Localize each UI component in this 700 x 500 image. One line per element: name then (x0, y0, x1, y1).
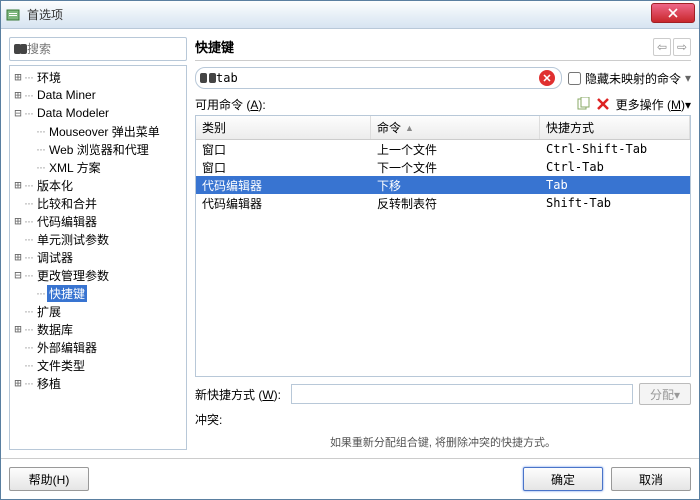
table-row[interactable]: 代码编辑器反转制表符Shift-Tab (196, 194, 690, 212)
close-button[interactable] (651, 3, 695, 23)
tree-item-label: Data Miner (35, 88, 98, 102)
left-pane: ⊞···环境⊞···Data Miner⊟···Data Modeler···M… (9, 37, 187, 450)
available-commands-label: 可用命令 (A): (195, 96, 572, 113)
tree-item-label: 单元测试参数 (35, 231, 111, 248)
tree-item[interactable]: ···外部编辑器 (10, 338, 186, 356)
delete-icon[interactable] (594, 95, 612, 113)
tree-item-label: 环境 (35, 69, 63, 86)
tree-item[interactable]: ···单元测试参数 (10, 230, 186, 248)
tree-item[interactable]: ···比较和合并 (10, 194, 186, 212)
hide-unmapped-checkbox[interactable]: 隐藏未映射的命令 ▾ (568, 70, 691, 87)
binoculars-icon (200, 71, 216, 85)
tree-item-label: XML 方案 (47, 159, 103, 176)
tree-item-label: Data Modeler (35, 106, 111, 120)
copy-icon[interactable] (574, 95, 592, 113)
col-category[interactable]: 类别 (196, 116, 371, 139)
nav-forward-button[interactable]: ⇨ (673, 38, 691, 56)
expander-icon[interactable]: ⊞ (12, 179, 24, 191)
table-row[interactable]: 窗口上一个文件Ctrl-Shift-Tab (196, 140, 690, 158)
tree-item[interactable]: ···XML 方案 (10, 158, 186, 176)
expander-icon[interactable]: ⊞ (12, 251, 24, 263)
expander-icon[interactable]: ⊟ (12, 269, 24, 281)
expander-icon[interactable]: ⊞ (12, 377, 24, 389)
category-tree[interactable]: ⊞···环境⊞···Data Miner⊟···Data Modeler···M… (9, 65, 187, 450)
divider (195, 60, 691, 61)
ok-button[interactable]: 确定 (523, 467, 603, 491)
page-title: 快捷键 (195, 37, 653, 56)
tree-item-label: 外部编辑器 (35, 339, 99, 356)
tree-item[interactable]: ⊟···更改管理参数 (10, 266, 186, 284)
expander-icon[interactable]: ⊞ (12, 215, 24, 227)
hint-text: 如果重新分配组合键, 将删除冲突的快捷方式。 (195, 434, 691, 450)
tree-item-label: 移植 (35, 375, 63, 392)
binoculars-icon (14, 42, 27, 56)
col-command[interactable]: 命令▲ (371, 116, 540, 139)
tree-item[interactable]: ···扩展 (10, 302, 186, 320)
filter-box[interactable]: ✕ (195, 67, 562, 89)
more-actions-link[interactable]: 更多操作 (M)▾ (616, 96, 691, 113)
search-box[interactable] (9, 37, 187, 61)
help-button[interactable]: 帮助(H) (9, 467, 89, 491)
table-header: 类别 命令▲ 快捷方式 (196, 116, 690, 140)
tree-item-label: 比较和合并 (35, 195, 99, 212)
tree-item-label: 数据库 (35, 321, 75, 338)
table-row[interactable]: 代码编辑器下移Tab (196, 176, 690, 194)
tree-item[interactable]: ⊞···移植 (10, 374, 186, 392)
tree-item-label: Web 浏览器和代理 (47, 141, 151, 158)
tree-item[interactable]: ⊞···调试器 (10, 248, 186, 266)
sort-asc-icon: ▲ (405, 123, 414, 133)
tree-item-label: 文件类型 (35, 357, 87, 374)
table-row[interactable]: 窗口下一个文件Ctrl-Tab (196, 158, 690, 176)
dialog-footer: 帮助(H) 确定 取消 (1, 458, 699, 499)
expander-icon[interactable]: ⊞ (12, 89, 24, 101)
dropdown-icon[interactable]: ▾ (685, 71, 691, 85)
expander-icon[interactable]: ⊞ (12, 71, 24, 83)
tree-item-label: 扩展 (35, 303, 63, 320)
titlebar: 首选项 (1, 1, 699, 29)
expander-icon[interactable]: ⊞ (12, 323, 24, 335)
clear-filter-button[interactable]: ✕ (539, 70, 555, 86)
tree-item-label: 快捷键 (47, 285, 87, 302)
tree-item-label: 版本化 (35, 177, 75, 194)
dialog-body: ⊞···环境⊞···Data Miner⊟···Data Modeler···M… (1, 29, 699, 458)
tree-item[interactable]: ···文件类型 (10, 356, 186, 374)
nav-back-button[interactable]: ⇦ (653, 38, 671, 56)
tree-item[interactable]: ···Web 浏览器和代理 (10, 140, 186, 158)
conflict-label: 冲突: (195, 411, 285, 428)
tree-item-label: 更改管理参数 (35, 267, 111, 284)
right-pane: 快捷键 ⇦ ⇨ ✕ 隐藏未映射的命令 ▾ (195, 37, 691, 450)
hide-unmapped-input[interactable] (568, 72, 581, 85)
tree-item-label: 调试器 (35, 249, 75, 266)
expander-icon[interactable]: ⊟ (12, 107, 24, 119)
window-title: 首选项 (27, 6, 651, 23)
app-icon (5, 7, 21, 23)
tree-item[interactable]: ⊞···代码编辑器 (10, 212, 186, 230)
cancel-button[interactable]: 取消 (611, 467, 691, 491)
tree-item[interactable]: ⊞···版本化 (10, 176, 186, 194)
tree-item[interactable]: ⊞···环境 (10, 68, 186, 86)
tree-item[interactable]: ⊞···Data Miner (10, 86, 186, 104)
tree-item-label: 代码编辑器 (35, 213, 99, 230)
table-body[interactable]: 窗口上一个文件Ctrl-Shift-Tab窗口下一个文件Ctrl-Tab代码编辑… (196, 140, 690, 376)
col-shortcut[interactable]: 快捷方式 (540, 116, 690, 139)
assign-button[interactable]: 分配▾ (639, 383, 691, 405)
tree-item[interactable]: ···Mouseover 弹出菜单 (10, 122, 186, 140)
new-shortcut-label: 新快捷方式 (W): (195, 386, 285, 403)
tree-item[interactable]: ···快捷键 (10, 284, 186, 302)
filter-input[interactable] (216, 71, 539, 85)
tree-item-label: Mouseover 弹出菜单 (47, 123, 162, 140)
shortcuts-table: 类别 命令▲ 快捷方式 窗口上一个文件Ctrl-Shift-Tab窗口下一个文件… (195, 115, 691, 377)
search-input[interactable] (27, 42, 182, 56)
new-shortcut-input[interactable] (291, 384, 633, 404)
tree-item[interactable]: ⊟···Data Modeler (10, 104, 186, 122)
hide-unmapped-label: 隐藏未映射的命令 (585, 70, 681, 87)
preferences-dialog: 首选项 ⊞···环境⊞···Data Miner⊟···Data Modeler… (0, 0, 700, 500)
tree-item[interactable]: ⊞···数据库 (10, 320, 186, 338)
